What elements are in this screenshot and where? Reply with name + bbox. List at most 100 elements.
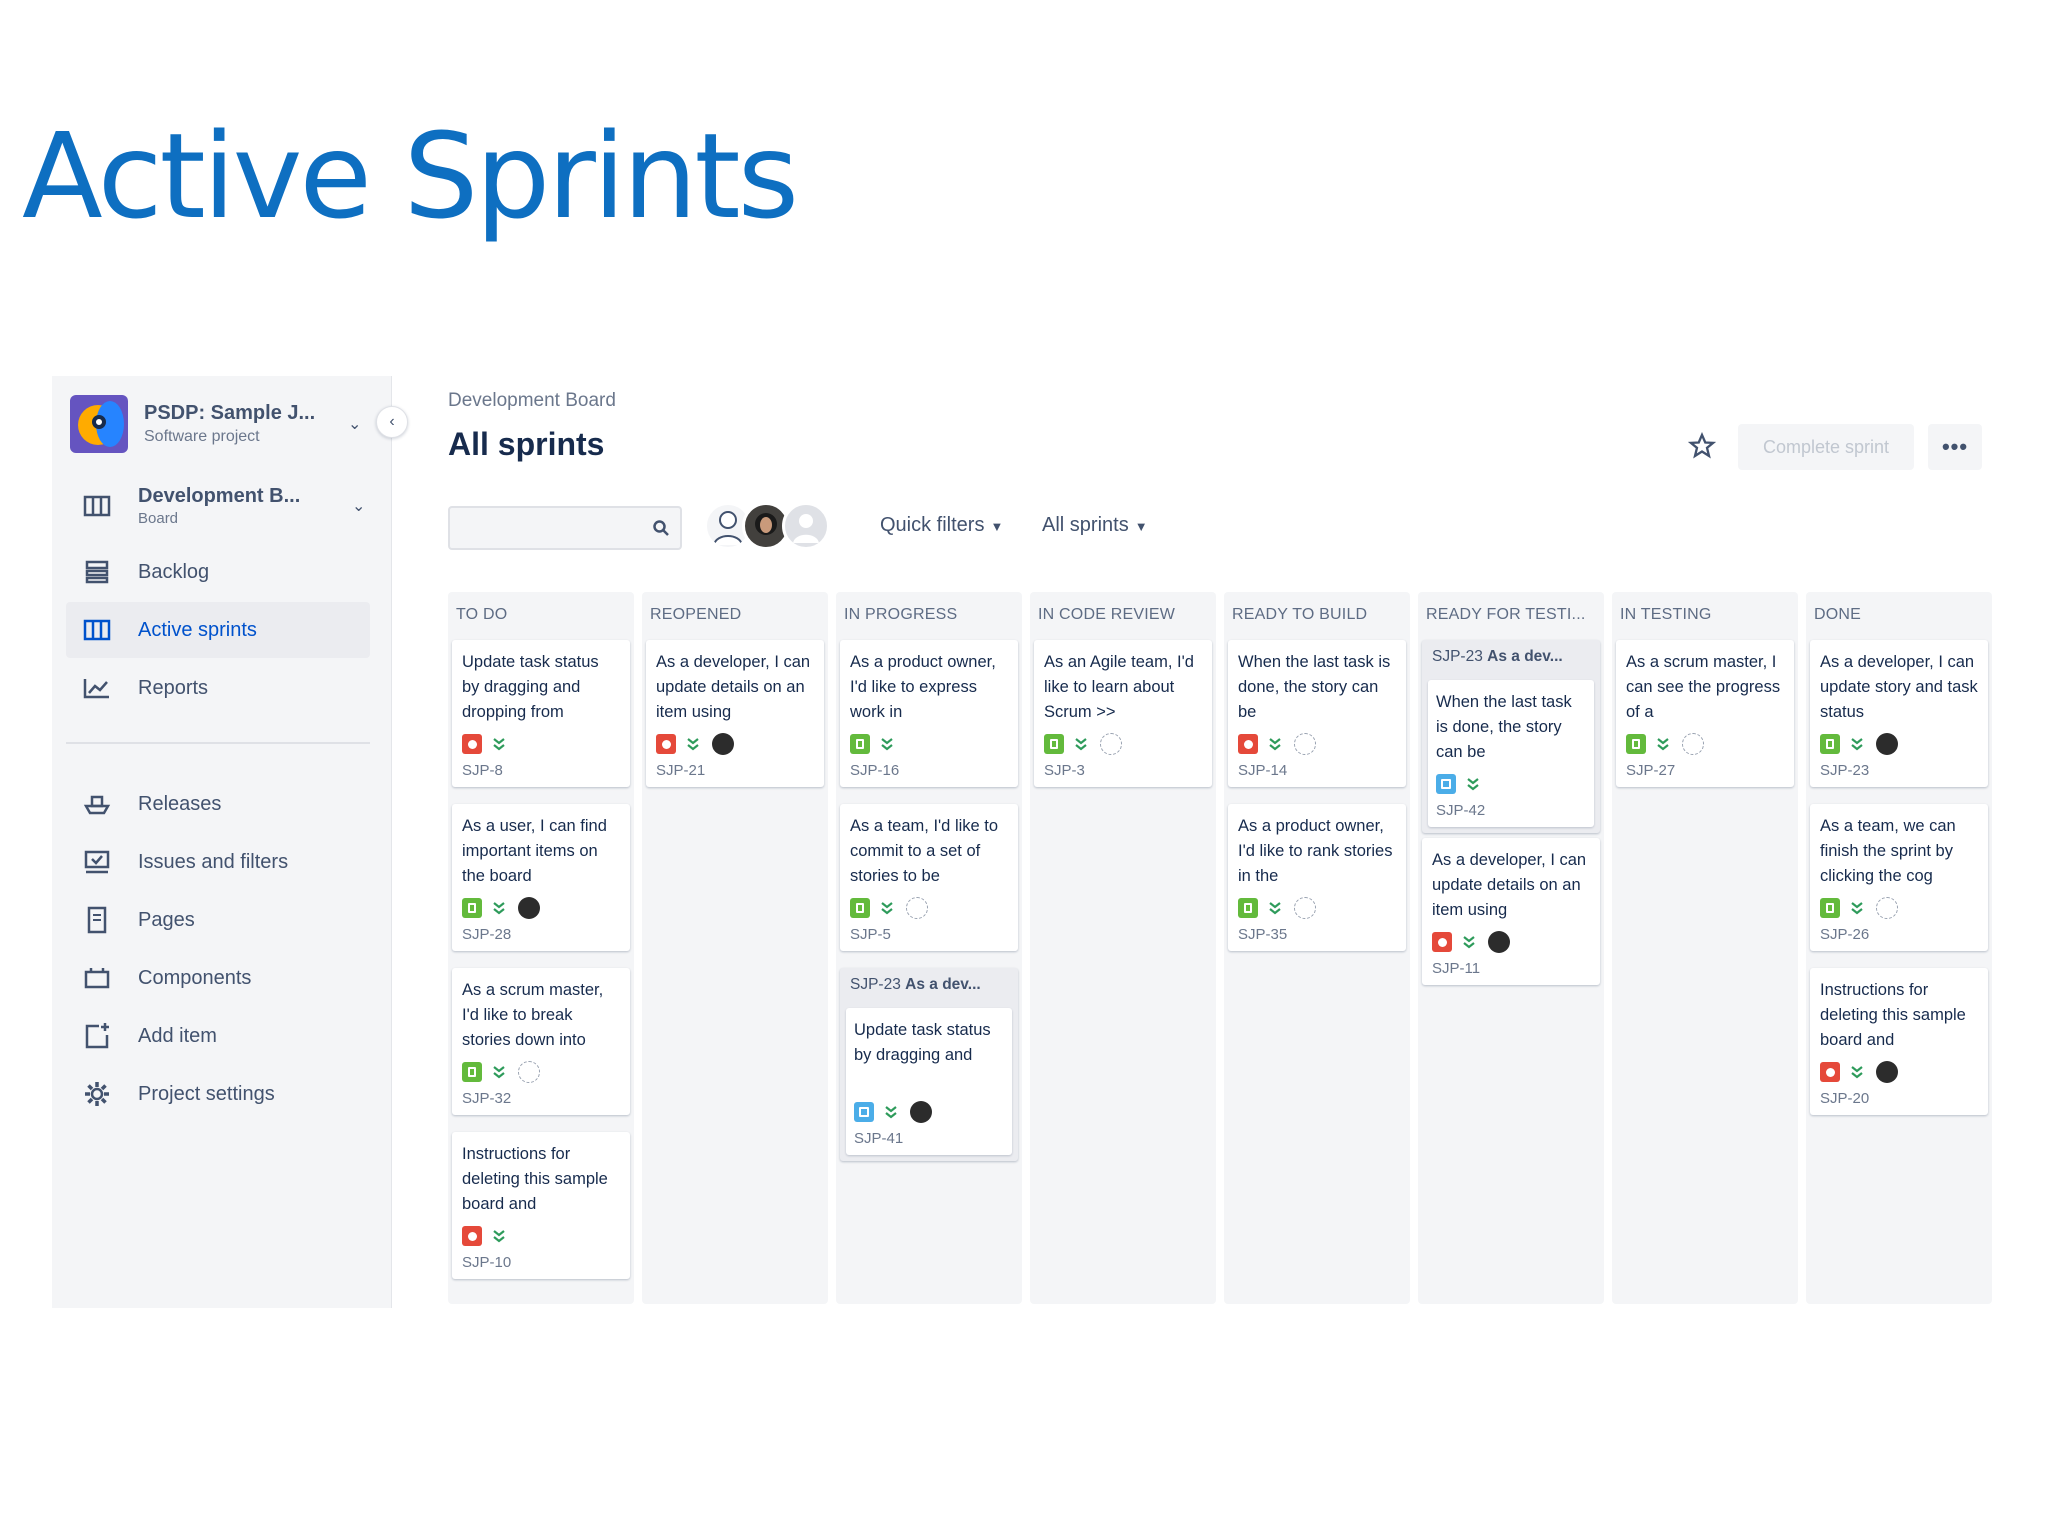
board-column: READY FOR TESTI... SJP-23 As a dev... When… — [1418, 592, 1604, 1304]
card-key[interactable]: SJP-8 — [462, 762, 620, 779]
card-key[interactable]: SJP-16 — [850, 762, 1008, 779]
assignee-avatar[interactable] — [712, 733, 734, 755]
sidebar: PSDP: Sample J... Software project ⌄ ‹ D… — [52, 376, 408, 1308]
priority-low-icon — [1656, 736, 1670, 752]
assignee-avatar[interactable] — [906, 897, 928, 919]
sidebar-item-reports[interactable]: Reports — [66, 660, 370, 716]
add-item-icon — [82, 1021, 112, 1051]
board-name: Development B... — [138, 485, 301, 507]
assignee-avatar[interactable] — [1876, 733, 1898, 755]
assignee-avatar[interactable] — [1294, 897, 1316, 919]
issue-card[interactable]: Update task status by dragging and dropp… — [452, 640, 630, 787]
card-key[interactable]: SJP-11 — [1432, 960, 1590, 977]
sidebar-item-releases[interactable]: Releases — [66, 776, 370, 832]
card-summary: Update task status by dragging and — [854, 1021, 991, 1064]
priority-low-icon — [492, 1228, 506, 1244]
sidebar-item-label: Project settings — [138, 1082, 275, 1105]
issue-card[interactable]: As a developer, I can update details on … — [1422, 838, 1600, 985]
priority-low-icon — [884, 1104, 898, 1120]
issue-card[interactable]: Instructions for deleting this sample bo… — [1810, 968, 1988, 1115]
card-key[interactable]: SJP-14 — [1238, 762, 1396, 779]
star-button[interactable] — [1684, 428, 1720, 464]
sidebar-item-label: Pages — [138, 908, 195, 931]
quick-filters-dropdown[interactable]: Quick filters ▼ — [880, 514, 1003, 537]
issue-card[interactable]: As a developer, I can update story and t… — [1810, 640, 1988, 787]
issue-card[interactable]: As a product owner, I'd like to express … — [840, 640, 1018, 787]
sidebar-item-label: Active sprints — [138, 618, 257, 641]
sprint-filter-dropdown[interactable]: All sprints ▼ — [1042, 514, 1148, 537]
card-key[interactable]: SJP-32 — [462, 1090, 620, 1107]
subtask-card[interactable]: Update task status by dragging and SJP-41 — [846, 1008, 1012, 1155]
assignee-avatar[interactable] — [1876, 897, 1898, 919]
issue-card[interactable]: As an Agile team, I'd like to learn abou… — [1034, 640, 1212, 787]
card-key[interactable]: SJP-3 — [1044, 762, 1202, 779]
issue-card[interactable]: As a team, I'd like to commit to a set o… — [840, 804, 1018, 951]
breadcrumb[interactable]: Development Board — [448, 390, 616, 412]
complete-sprint-button[interactable]: Complete sprint — [1738, 424, 1914, 470]
sprint-filter-label: All sprints — [1042, 514, 1129, 536]
issue-card[interactable]: Instructions for deleting this sample bo… — [452, 1132, 630, 1279]
column-header: DONE — [1814, 606, 1862, 623]
bug-type-icon — [1820, 1062, 1840, 1082]
column-header: REOPENED — [650, 606, 742, 623]
parent-issue-group[interactable]: SJP-23 As a dev... Update task status by … — [840, 968, 1018, 1161]
card-key[interactable]: SJP-42 — [1436, 802, 1586, 819]
more-actions-button[interactable]: ••• — [1928, 424, 1982, 470]
chevron-down-icon[interactable]: ⌄ — [348, 414, 361, 434]
issue-card[interactable]: As a scrum master, I can see the progres… — [1616, 640, 1794, 787]
issue-card[interactable]: As a developer, I can update details on … — [646, 640, 824, 787]
sidebar-item-add-item[interactable]: Add item — [66, 1008, 370, 1064]
issue-card[interactable]: As a product owner, I'd like to rank sto… — [1228, 804, 1406, 951]
priority-low-icon — [1074, 736, 1088, 752]
assignee-avatar[interactable] — [1682, 733, 1704, 755]
sidebar-item-issues[interactable]: Issues and filters — [66, 834, 370, 890]
chevron-down-icon[interactable]: ⌄ — [352, 496, 365, 516]
card-key[interactable]: SJP-26 — [1820, 926, 1978, 943]
board-column: IN PROGRESS As a product owner, I'd like … — [836, 592, 1022, 1304]
card-key[interactable]: SJP-27 — [1626, 762, 1784, 779]
chevron-left-icon: ‹ — [389, 413, 395, 430]
parent-issue-group[interactable]: SJP-23 As a dev... When the last task is … — [1422, 640, 1600, 833]
card-key[interactable]: SJP-10 — [462, 1254, 620, 1271]
card-key[interactable]: SJP-23 — [1820, 762, 1978, 779]
issue-card[interactable]: When the last task is done, the story ca… — [1228, 640, 1406, 787]
task-type-icon — [1436, 774, 1456, 794]
sidebar-item-board-switcher[interactable]: Development B... Board ⌄ — [66, 474, 370, 538]
card-key[interactable]: SJP-5 — [850, 926, 1008, 943]
issue-card[interactable]: As a team, we can finish the sprint by c… — [1810, 804, 1988, 951]
sidebar-item-project-settings[interactable]: Project settings — [66, 1066, 370, 1122]
search-box[interactable] — [448, 506, 682, 550]
assignee-avatar[interactable] — [1294, 733, 1316, 755]
assignee-filter — [704, 502, 844, 554]
project-name: PSDP: Sample J... — [144, 402, 316, 424]
assignee-avatar[interactable] — [518, 1061, 540, 1083]
card-key[interactable]: SJP-21 — [656, 762, 814, 779]
issue-card[interactable]: As a user, I can find important items on… — [452, 804, 630, 951]
assignee-avatar[interactable] — [518, 897, 540, 919]
quick-filters-label: Quick filters — [880, 514, 985, 536]
project-switcher[interactable]: PSDP: Sample J... Software project ⌄ — [70, 394, 390, 454]
jira-app: PSDP: Sample J... Software project ⌄ ‹ D… — [52, 376, 2012, 1308]
sidebar-divider — [66, 742, 370, 744]
assignee-avatar[interactable] — [1876, 1061, 1898, 1083]
parent-issue-summary: As a dev... — [905, 976, 981, 993]
sidebar-item-pages[interactable]: Pages — [66, 892, 370, 948]
card-key[interactable]: SJP-28 — [462, 926, 620, 943]
assignee-avatar[interactable] — [1488, 931, 1510, 953]
subtask-card[interactable]: When the last task is done, the story ca… — [1428, 680, 1594, 827]
sidebar-item-active-sprints[interactable]: Active sprints — [66, 602, 370, 658]
card-key[interactable]: SJP-35 — [1238, 926, 1396, 943]
avatar[interactable] — [782, 502, 830, 550]
sidebar-item-label: Issues and filters — [138, 850, 289, 873]
search-input[interactable] — [450, 508, 630, 548]
assignee-avatar[interactable] — [1100, 733, 1122, 755]
issue-card[interactable]: As a scrum master, I'd like to break sto… — [452, 968, 630, 1115]
card-key[interactable]: SJP-41 — [854, 1130, 1004, 1147]
sidebar-item-backlog[interactable]: Backlog — [66, 544, 370, 600]
card-key[interactable]: SJP-20 — [1820, 1090, 1978, 1107]
assignee-avatar[interactable] — [910, 1101, 932, 1123]
collapse-sidebar-button[interactable]: ‹ — [376, 406, 408, 438]
story-type-icon — [1820, 898, 1840, 918]
sidebar-item-components[interactable]: Components — [66, 950, 370, 1006]
parent-issue-title: SJP-23 As a dev... — [846, 976, 1012, 1000]
